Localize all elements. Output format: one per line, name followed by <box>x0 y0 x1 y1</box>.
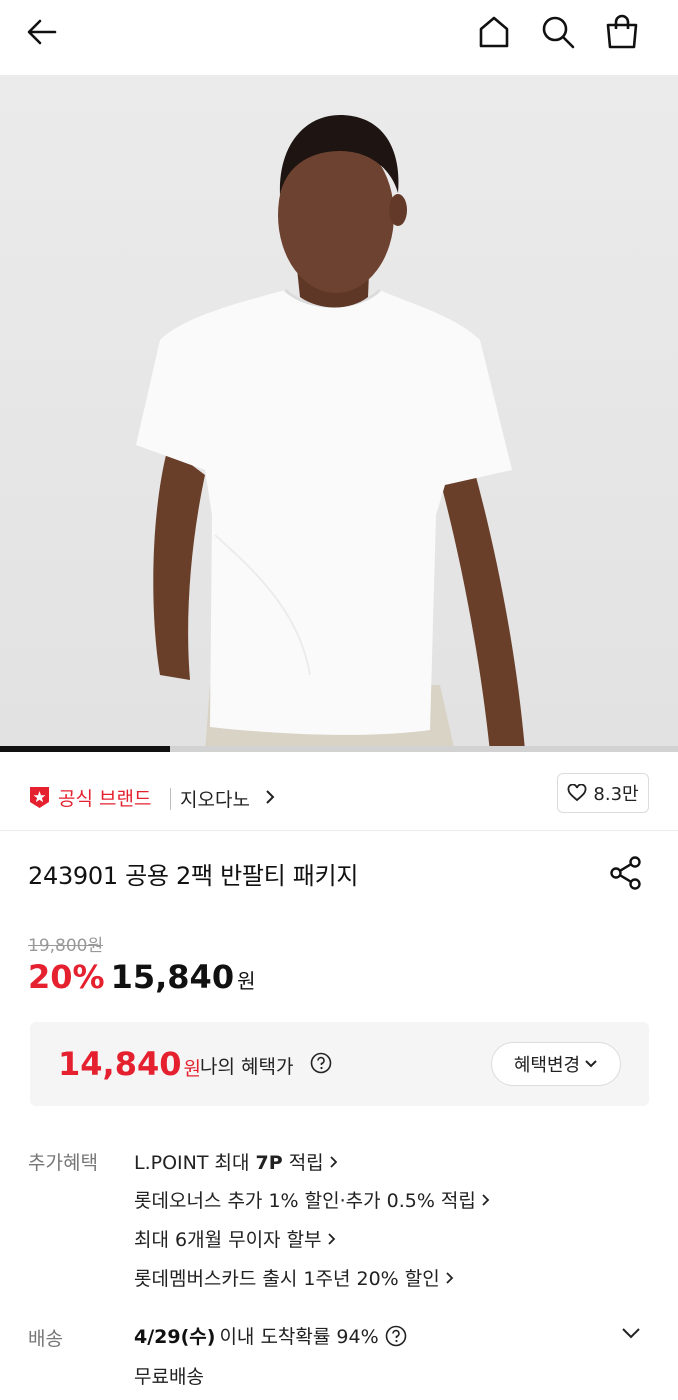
share-icon[interactable] <box>606 853 646 893</box>
image-carousel-progress <box>0 746 678 752</box>
benefit-item-text: 롯데멤버스카드 출시 1주년 20% 할인 <box>134 1268 440 1290</box>
official-brand-badge: 공식 브랜드 <box>28 784 151 811</box>
like-count: 8.3만 <box>593 784 639 805</box>
sale-price: 15,840 <box>110 958 235 996</box>
heart-icon <box>568 784 587 802</box>
help-icon[interactable] <box>385 1325 407 1347</box>
official-brand-icon <box>30 787 49 808</box>
product-title: 243901 공용 2팩 반팔티 패키지 <box>28 862 359 890</box>
benefit-item-text: 롯데오너스 추가 1% 할인·추가 0.5% 적립 <box>134 1190 476 1212</box>
shipping-probability: 이내 도착확률 94% <box>219 1326 379 1348</box>
discount-rate: 20% <box>28 958 105 996</box>
back-arrow-icon[interactable] <box>22 12 62 52</box>
chevron-right-icon <box>446 1271 453 1284</box>
shipping-info: 4/29(수) 이내 도착확률 94% <box>134 1322 407 1349</box>
brand-row: 공식 브랜드 지오다노 8.3만 <box>0 766 678 830</box>
chevron-right-icon <box>330 1155 337 1168</box>
original-price: 19,800원 <box>28 936 104 956</box>
brand-divider <box>170 788 171 810</box>
search-icon[interactable] <box>538 12 578 52</box>
benefit-price: 14,840 원 <box>58 1045 201 1083</box>
benefit-item-members-card[interactable]: 롯데멤버스카드 출시 1주년 20% 할인 <box>134 1264 456 1291</box>
shipping-date: 4/29(수) <box>134 1326 216 1348</box>
like-button[interactable]: 8.3만 <box>557 773 649 813</box>
section-divider <box>0 830 678 831</box>
benefit-price-amount: 14,840 <box>58 1045 182 1083</box>
benefit-price-currency: 원 <box>183 1058 201 1080</box>
shopping-bag-icon[interactable] <box>602 12 642 52</box>
official-brand-label: 공식 브랜드 <box>58 788 152 810</box>
brand-name-link[interactable]: 지오다노 <box>180 785 250 812</box>
home-icon[interactable] <box>474 12 514 52</box>
chevron-right-icon <box>482 1193 490 1206</box>
benefit-price-box: 14,840 원 나의 혜택가 혜택변경 <box>30 1022 649 1106</box>
chevron-right-icon <box>266 790 275 804</box>
benefit-item-text: L.POINT 최대 7P 적립 <box>134 1152 324 1174</box>
shipping-label: 배송 <box>28 1328 63 1350</box>
benefit-item-installment[interactable]: 최대 6개월 무이자 할부 <box>134 1225 338 1252</box>
benefit-item-lpoint[interactable]: L.POINT 최대 7P 적립 <box>134 1148 340 1175</box>
help-icon[interactable] <box>310 1052 332 1074</box>
change-benefit-button[interactable]: 혜택변경 <box>491 1042 621 1086</box>
carousel-progress-fill <box>0 746 170 752</box>
product-image[interactable] <box>0 75 678 752</box>
benefit-item-text: 최대 6개월 무이자 할부 <box>134 1229 322 1251</box>
benefit-price-label: 나의 혜택가 <box>200 1056 294 1078</box>
change-benefit-label: 혜택변경 <box>513 1055 581 1076</box>
chevron-down-icon[interactable] <box>618 1322 644 1344</box>
chevron-down-icon <box>585 1060 597 1068</box>
top-navigation-bar <box>0 0 678 75</box>
chevron-right-icon <box>327 1232 335 1245</box>
extra-benefits-label: 추가혜택 <box>28 1152 98 1174</box>
shipping-fee: 무료배송 <box>134 1366 204 1388</box>
sale-price-row: 20% 15,840 원 <box>28 958 255 996</box>
sale-currency: 원 <box>237 969 256 993</box>
benefit-item-lotte-owners[interactable]: 롯데오너스 추가 1% 할인·추가 0.5% 적립 <box>134 1186 492 1213</box>
